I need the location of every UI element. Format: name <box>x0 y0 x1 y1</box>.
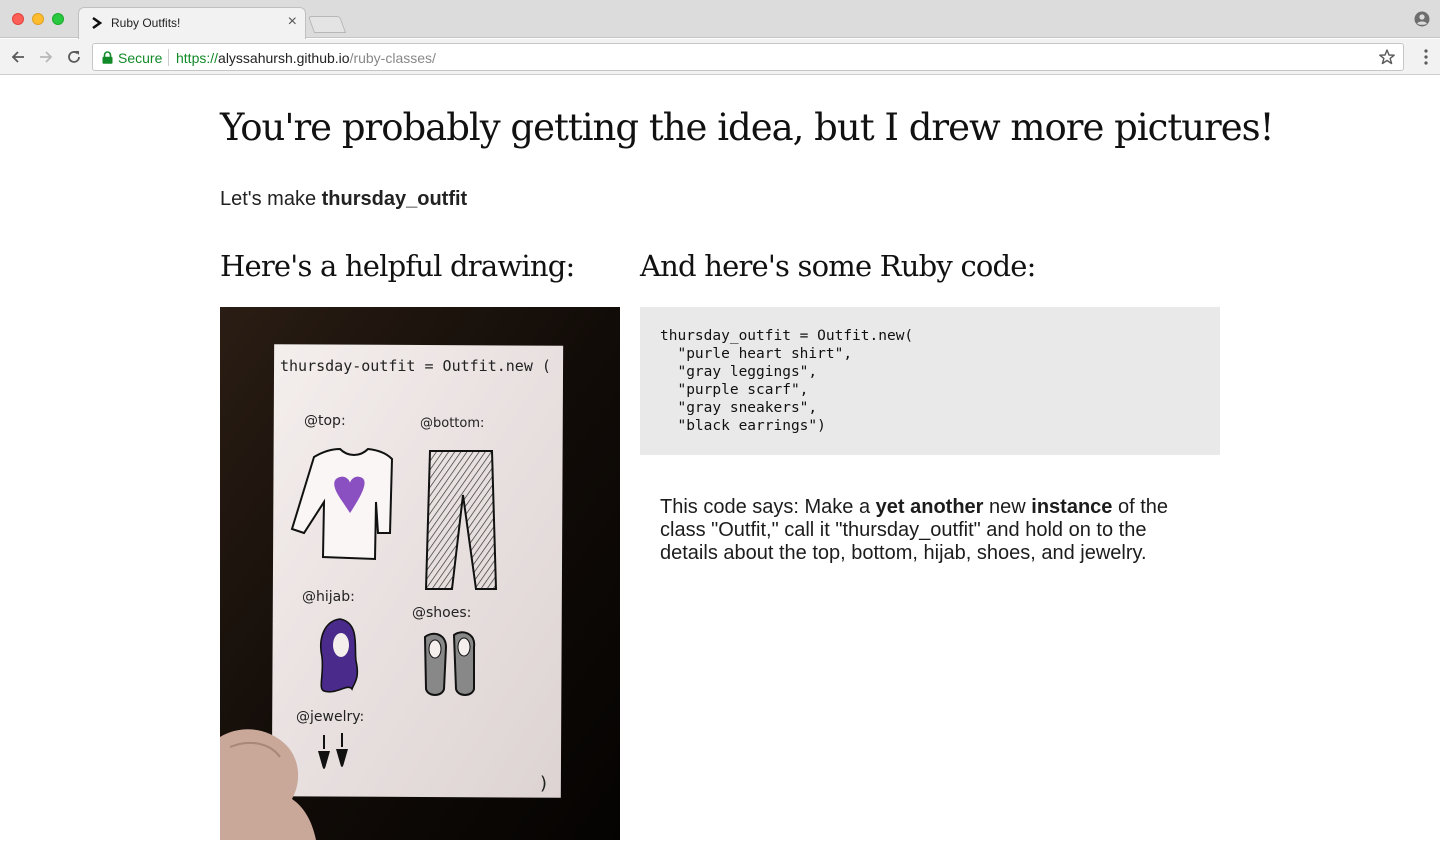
secure-label: Secure <box>118 50 163 66</box>
explain-text: new <box>983 496 1032 518</box>
explain-emphasis: instance <box>1031 496 1113 518</box>
drawing-heading: Here's a helpful drawing: <box>220 249 575 283</box>
url-path: /ruby-classes/ <box>349 50 436 66</box>
outfit-drawing-photo: thursday-outfit = Outfit.new ( @top: @bo… <box>220 307 620 840</box>
minimize-window-button[interactable] <box>32 13 44 25</box>
tab-title: Ruby Outfits! <box>111 16 181 30</box>
address-bar[interactable]: Secure https://alyssahursh.github.io/rub… <box>92 43 1404 71</box>
profile-icon[interactable] <box>1414 11 1430 27</box>
arrow-right-icon <box>40 51 53 63</box>
close-window-button[interactable] <box>12 13 24 25</box>
browser-toolbar: Secure https://alyssahursh.github.io/rub… <box>0 39 1440 75</box>
url-text[interactable]: https://alyssahursh.github.io/ruby-class… <box>176 50 436 66</box>
code-explanation: This code says: Make a yet another new i… <box>660 496 1205 565</box>
page-content: You're probably getting the idea, but I … <box>0 76 1440 867</box>
arrow-left-icon <box>11 51 24 63</box>
forward-button[interactable] <box>36 47 56 67</box>
page-title: You're probably getting the idea, but I … <box>220 106 1274 149</box>
code-line: "gray leggings", <box>660 364 818 380</box>
url-host: alyssahursh.github.io <box>218 50 350 66</box>
label-hijab: @hijab: <box>302 589 355 605</box>
intro-text: Let's make thursday_outfit <box>220 188 467 211</box>
card-title: thursday-outfit = Outfit.new ( <box>280 357 551 375</box>
explain-text: This code says: Make a <box>660 496 876 518</box>
label-top: @top: <box>304 413 346 429</box>
back-button[interactable] <box>8 47 28 67</box>
bookmark-star-icon[interactable] <box>1378 48 1396 66</box>
code-line: "black earrings") <box>660 418 826 434</box>
card-closing-paren: ) <box>540 773 547 794</box>
reload-button[interactable] <box>64 47 84 67</box>
label-shoes: @shoes: <box>412 605 471 621</box>
url-separator <box>168 49 169 66</box>
code-heading: And here's some Ruby code: <box>640 249 1036 283</box>
hijab-drawing <box>320 618 359 693</box>
terminal-prompt-icon <box>92 16 103 30</box>
code-line: "gray sneakers", <box>660 400 818 416</box>
code-text: thursday_outfit = Outfit.new( "purle hea… <box>660 327 913 435</box>
code-line: "purple scarf", <box>660 382 809 398</box>
intro-variable: thursday_outfit <box>321 188 468 210</box>
url-scheme: https:// <box>176 50 219 66</box>
code-line: thursday_outfit = Outfit.new( <box>660 328 914 344</box>
drawing-svg: thursday-outfit = Outfit.new ( @top: @bo… <box>220 307 620 840</box>
code-line: "purle heart shirt", <box>660 346 853 362</box>
tab-close-button[interactable]: × <box>288 14 297 30</box>
tab-ruby-outfits[interactable]: Ruby Outfits! × <box>78 7 306 39</box>
lock-icon <box>102 51 113 64</box>
ruby-code-block: thursday_outfit = Outfit.new( "purle hea… <box>640 307 1220 455</box>
label-jewelry: @jewelry: <box>296 709 364 725</box>
label-bottom: @bottom: <box>420 416 484 431</box>
tab-strip: Ruby Outfits! × <box>0 0 1440 39</box>
intro-prefix: Let's make <box>220 188 322 210</box>
maximize-window-button[interactable] <box>52 13 64 25</box>
explain-emphasis: yet another <box>875 496 984 518</box>
more-menu-icon[interactable] <box>1424 48 1428 66</box>
reload-icon <box>68 51 80 63</box>
new-tab-button[interactable] <box>307 16 347 33</box>
